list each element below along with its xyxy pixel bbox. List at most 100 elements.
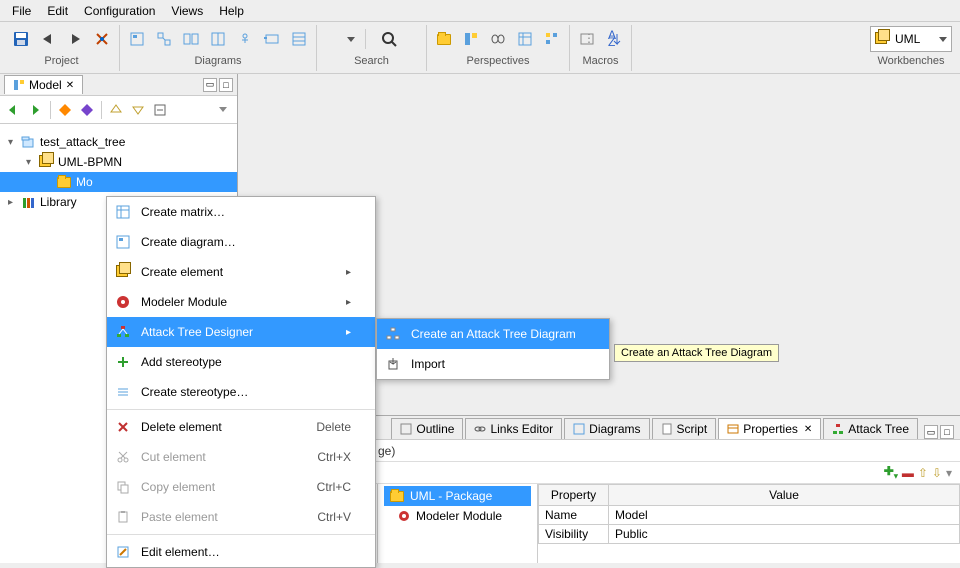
persp-btn-2[interactable]: [458, 26, 484, 52]
persp-btn-4[interactable]: [512, 26, 538, 52]
menu-label: Create diagram…: [141, 235, 236, 249]
maximize-icon[interactable]: □: [219, 78, 233, 92]
nav-back-icon[interactable]: [4, 100, 24, 120]
diamond-icon-2[interactable]: [77, 100, 97, 120]
menu-chevron-icon[interactable]: [213, 100, 233, 120]
prop-value[interactable]: Public: [609, 525, 960, 544]
ctx-create-attack-tree-diagram[interactable]: Create an Attack Tree Diagram: [377, 319, 609, 349]
tab-diagrams[interactable]: Diagrams: [564, 418, 649, 439]
shortcut: Delete: [316, 420, 351, 434]
properties-table: PropertyValue NameModel VisibilityPublic: [538, 484, 960, 563]
ctx-create-matrix[interactable]: Create matrix…: [107, 197, 375, 227]
paste-icon: [115, 509, 131, 525]
selector-uml-package[interactable]: UML - Package: [384, 486, 531, 506]
folder-icon: [56, 174, 72, 190]
twisty-icon[interactable]: ▾: [8, 137, 20, 148]
persp-btn-5[interactable]: [539, 26, 565, 52]
maximize-icon[interactable]: □: [940, 425, 954, 439]
diagram-btn-7[interactable]: [286, 26, 312, 52]
prop-value[interactable]: Model: [609, 506, 960, 525]
ctx-add-stereotype[interactable]: Add stereotype: [107, 347, 375, 377]
shortcut: Ctrl+C: [317, 480, 351, 494]
ctx-cut[interactable]: Cut elementCtrl+X: [107, 442, 375, 472]
undo-button[interactable]: [35, 26, 61, 52]
tab-links[interactable]: Links Editor: [465, 418, 562, 439]
pin-icon[interactable]: ✕: [804, 424, 812, 435]
tree-item-uml[interactable]: ▾ UML-BPMN: [0, 152, 237, 172]
menu-views[interactable]: Views: [163, 2, 211, 20]
arrow-up-icon[interactable]: [106, 100, 126, 120]
tab-properties[interactable]: Properties✕: [718, 418, 821, 439]
workbench-selector[interactable]: UML: [870, 26, 952, 52]
menu-configuration[interactable]: Configuration: [76, 2, 163, 20]
tab-attack-tree[interactable]: Attack Tree: [823, 418, 918, 439]
model-tab[interactable]: Model ✕: [4, 75, 83, 94]
submenu-arrow-icon: ▸: [346, 327, 351, 338]
selector-modeler-module[interactable]: Modeler Module: [384, 506, 531, 526]
diagram-btn-4[interactable]: [205, 26, 231, 52]
minimize-icon[interactable]: ▭: [924, 425, 938, 439]
up-icon[interactable]: ⇧: [918, 466, 928, 480]
model-tab-label: Model: [29, 78, 62, 92]
group-label-diagrams: Diagrams: [194, 55, 241, 67]
menu-label: Create an Attack Tree Diagram: [411, 327, 576, 341]
twisty-icon[interactable]: ▾: [26, 157, 38, 168]
pin-icon[interactable]: ✕: [66, 80, 74, 91]
tree-item-model[interactable]: ▸ Mo: [0, 172, 237, 192]
uml-cube-icon: [115, 264, 131, 280]
element-selector: UML - Package Modeler Module: [378, 484, 538, 563]
save-button[interactable]: [8, 26, 34, 52]
dropdown-button[interactable]: [342, 26, 360, 52]
toolbar: Project Diagrams Search Perspective: [0, 22, 960, 74]
menu-label: Add stereotype: [141, 355, 222, 369]
search-button[interactable]: [376, 26, 402, 52]
diagram-btn-6[interactable]: [259, 26, 285, 52]
ctx-paste[interactable]: Paste elementCtrl+V: [107, 502, 375, 532]
arrow-down-icon[interactable]: [128, 100, 148, 120]
diagram-btn-2[interactable]: [151, 26, 177, 52]
nav-fwd-icon[interactable]: [26, 100, 46, 120]
ctx-modeler-module[interactable]: Modeler Module▸: [107, 287, 375, 317]
minimize-icon[interactable]: ▭: [203, 78, 217, 92]
table-row[interactable]: NameModel: [539, 506, 960, 525]
macros-btn-2[interactable]: AZ: [601, 26, 627, 52]
redo-button[interactable]: [62, 26, 88, 52]
down-icon[interactable]: ⇩: [932, 466, 942, 480]
collapse-icon[interactable]: [150, 100, 170, 120]
tab-outline[interactable]: Outline: [391, 418, 463, 439]
table-row[interactable]: VisibilityPublic: [539, 525, 960, 544]
ctx-copy[interactable]: Copy elementCtrl+C: [107, 472, 375, 502]
diamond-icon-1[interactable]: [55, 100, 75, 120]
persp-btn-1[interactable]: [431, 26, 457, 52]
menu-file[interactable]: File: [4, 2, 39, 20]
stereotype-icon: [115, 384, 131, 400]
ctx-create-stereotype[interactable]: Create stereotype…: [107, 377, 375, 407]
macros-btn-1[interactable]: ⋮⋮: [574, 26, 600, 52]
menu-label: Edit element…: [141, 545, 220, 559]
workbench-label: UML: [895, 32, 920, 46]
ctx-import[interactable]: Import: [377, 349, 609, 379]
diagram-btn-3[interactable]: [178, 26, 204, 52]
ctx-delete[interactable]: Delete elementDelete: [107, 412, 375, 442]
menu-icon[interactable]: ▾: [946, 466, 952, 480]
matrix-icon: [115, 204, 131, 220]
delete-icon: [115, 419, 131, 435]
twisty-icon[interactable]: ▸: [8, 197, 20, 208]
ctx-create-element[interactable]: Create element▸: [107, 257, 375, 287]
group-label-perspectives: Perspectives: [467, 55, 530, 67]
ctx-create-diagram[interactable]: Create diagram…: [107, 227, 375, 257]
ctx-attack-tree-designer[interactable]: Attack Tree Designer▸: [107, 317, 375, 347]
diagram-btn-5[interactable]: [232, 26, 258, 52]
add-icon[interactable]: ✚▾: [884, 464, 898, 480]
add-stereotype-icon: [115, 354, 131, 370]
diagram-btn-1[interactable]: [124, 26, 150, 52]
persp-btn-3[interactable]: [485, 26, 511, 52]
menu-help[interactable]: Help: [211, 2, 252, 20]
uml-cube-icon: [38, 154, 54, 170]
menu-edit[interactable]: Edit: [39, 2, 76, 20]
tree-item-root[interactable]: ▾ test_attack_tree: [0, 132, 237, 152]
tools-button[interactable]: [89, 26, 115, 52]
remove-icon[interactable]: ▬: [902, 466, 914, 480]
group-label-search: Search: [354, 55, 389, 67]
tab-script[interactable]: Script: [652, 418, 717, 439]
